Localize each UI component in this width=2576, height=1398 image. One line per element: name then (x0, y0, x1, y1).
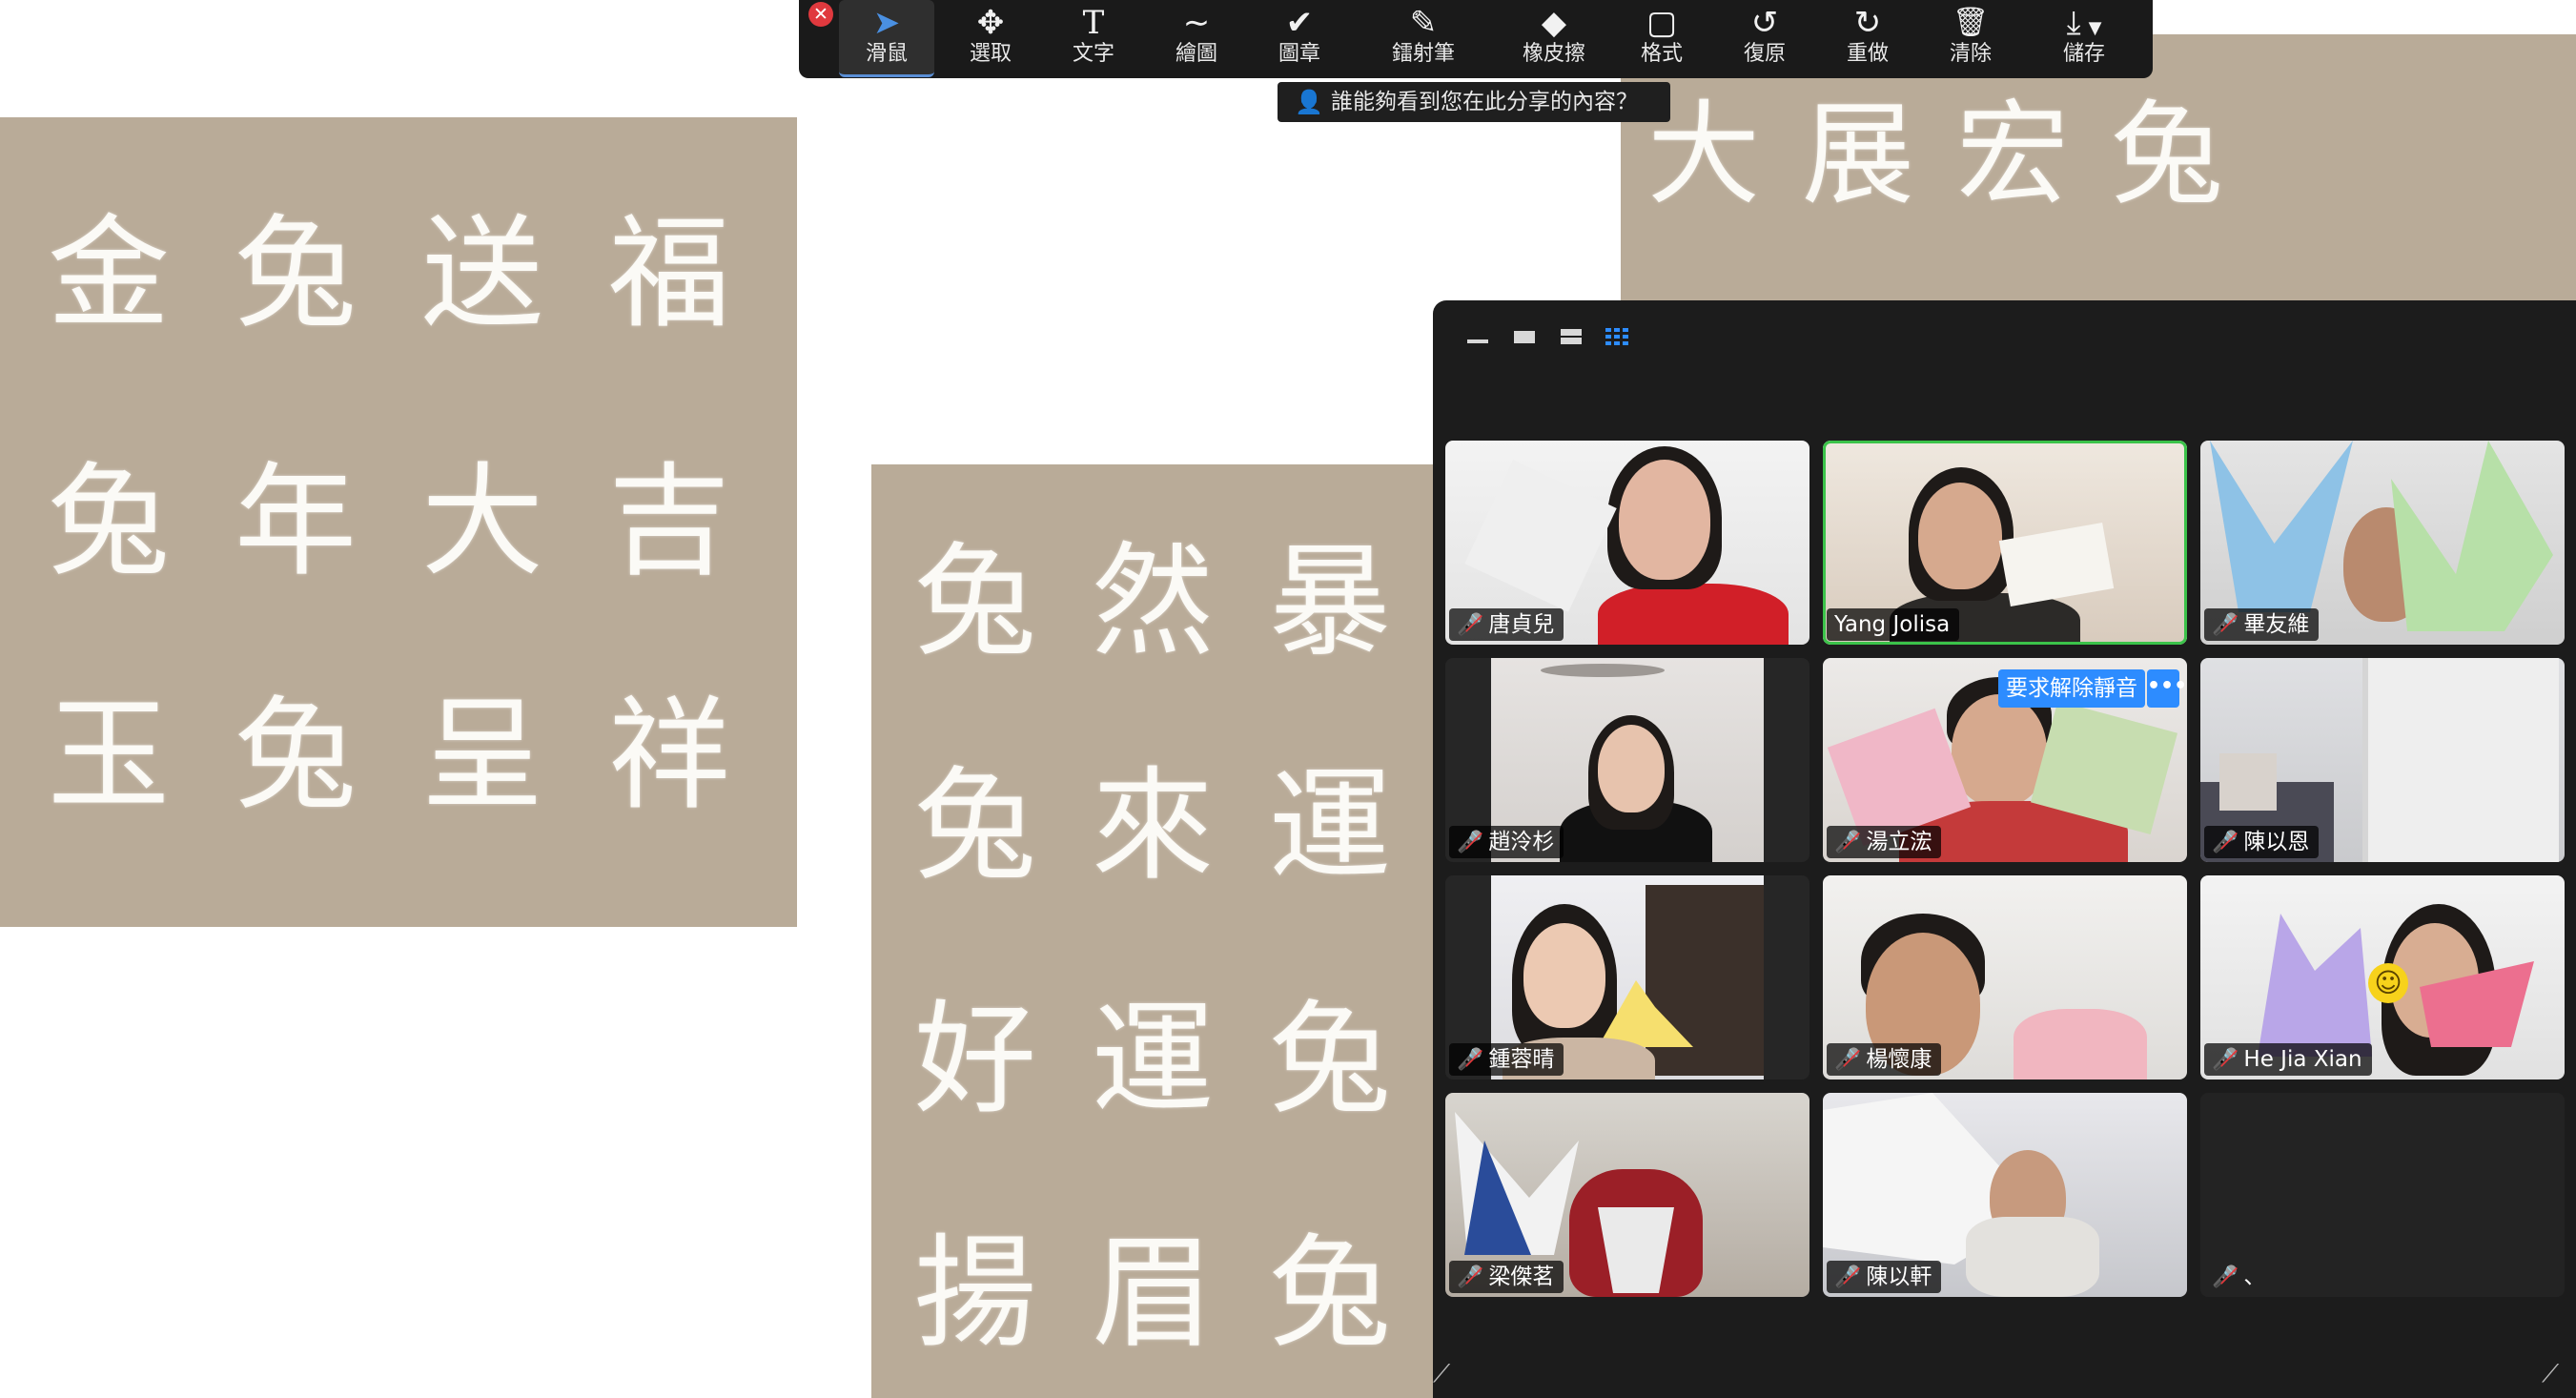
tool-format[interactable]: ▢ 格式 (1614, 0, 1709, 74)
smiley-face-icon: ☺ (2368, 963, 2408, 1003)
tool-label: 橡皮擦 (1522, 42, 1585, 66)
tool-label: 重做 (1846, 42, 1889, 66)
participant-tile-active-speaker[interactable]: Yang Jolisa (1823, 441, 2187, 645)
participant-name: 🎤̸ He Jia Xian (2204, 1043, 2372, 1076)
participant-tile[interactable]: 要求解除靜音 ••• 🎤̸ 湯立浤 (1823, 658, 2187, 862)
muted-mic-icon: 🎤̸ (1457, 1265, 1483, 1289)
participant-tile[interactable]: 🎤̸ 唐貞兒 (1445, 441, 1809, 645)
participant-tile[interactable]: ☺ 🎤̸ He Jia Xian (2200, 875, 2565, 1079)
move-select-icon: ✥ (976, 4, 1005, 42)
draw-squiggle-icon: ∼ (1182, 4, 1211, 42)
muted-mic-icon: 🎤̸ (1457, 831, 1483, 854)
more-options-button[interactable]: ••• (2147, 669, 2187, 708)
participant-name: 🎤̸ 趙泠杉 (1449, 826, 1564, 858)
participant-tile[interactable]: 🎤̸ 鍾蓉晴 (1445, 875, 1809, 1079)
muted-mic-icon: 🎤̸ (1834, 1048, 1861, 1072)
stamp-check-icon: ✔ (1285, 4, 1314, 42)
participant-name: 🎤̸、 (2204, 1261, 2275, 1293)
tool-label: 儲存 (2062, 42, 2105, 66)
participant-tile[interactable]: 🎤̸ 畢友維 (2200, 441, 2565, 645)
tool-label: 格式 (1640, 42, 1683, 66)
tool-save[interactable]: ⤓ ▼ 儲存 (2027, 0, 2141, 74)
minimize-view-icon[interactable] (1466, 328, 1489, 345)
calligraphy-line: 兔年大吉 (48, 451, 796, 593)
participant-name: 🎤̸ 鍾蓉晴 (1449, 1043, 1564, 1076)
participant-tile[interactable]: 🎤̸ 梁傑茗 (1445, 1093, 1809, 1297)
tool-draw[interactable]: ∼ 繪圖 (1149, 0, 1244, 74)
muted-mic-icon: 🎤̸ (1457, 613, 1483, 637)
participant-tile[interactable]: 🎤̸ 趙泠杉 (1445, 658, 1809, 862)
participant-name: 🎤̸ 畢友維 (2204, 608, 2320, 641)
tool-label: 清除 (1949, 42, 1992, 66)
tool-stamp[interactable]: ✔ 圖章 (1252, 0, 1347, 74)
trash-icon: 🗑 (1952, 6, 1990, 39)
redo-icon: ↻ (1853, 4, 1882, 42)
tool-laser-pen[interactable]: ✎ 鐳射筆 (1371, 0, 1476, 74)
laser-pen-icon: ✎ (1409, 4, 1438, 42)
eraser-icon: ◆ (1541, 4, 1567, 42)
save-download-icon: ⤓ ▼ (2066, 4, 2102, 42)
tool-eraser[interactable]: ◆ 橡皮擦 (1502, 0, 1606, 74)
tool-undo[interactable]: ↺ 復原 (1717, 0, 1812, 74)
participant-name: 🎤̸ 湯立浤 (1827, 826, 1942, 858)
calligraphy-line: 玉兔呈祥 (48, 685, 796, 827)
tool-mouse[interactable]: ➤ 滑鼠 (839, 0, 934, 77)
tool-clear[interactable]: 🗑 清除 (1923, 0, 2018, 74)
muted-mic-icon: 🎤̸ (2212, 613, 2239, 637)
share-notice-text: 誰能夠看到您在此分享的內容？ (1331, 90, 1638, 114)
participant-name: 🎤̸ 唐貞兒 (1449, 608, 1564, 641)
tool-label: 選取 (969, 42, 1012, 66)
tool-text[interactable]: T 文字 (1046, 0, 1141, 74)
tool-label: 繪圖 (1175, 42, 1217, 66)
tool-select[interactable]: ✥ 選取 (943, 0, 1038, 74)
participant-name: 🎤̸ 陳以恩 (2204, 826, 2320, 858)
participant-name: Yang Jolisa (1827, 608, 1960, 641)
format-square-icon: ▢ (1646, 4, 1678, 42)
shared-image-golden-rabbit: 金兔送福 兔年大吉 玉兔呈祥 (0, 117, 797, 927)
participant-name: 🎤̸ 楊懷康 (1827, 1043, 1942, 1076)
participant-tile[interactable]: 🎤̸ 陳以軒 (1823, 1093, 2187, 1297)
tool-label: 圖章 (1278, 42, 1320, 66)
resize-handle-icon[interactable]: ⟋ (1433, 1360, 1462, 1388)
participant-name: 🎤̸ 梁傑茗 (1449, 1261, 1564, 1293)
undo-icon: ↺ (1750, 4, 1779, 42)
tool-label: 復原 (1743, 42, 1786, 66)
close-icon[interactable]: ✕ (808, 2, 833, 27)
muted-mic-icon: 🎤̸ (1834, 1265, 1861, 1289)
participant-tile-video-off[interactable]: 🎤̸、 (2200, 1093, 2565, 1297)
tool-redo[interactable]: ↻ 重做 (1820, 0, 1915, 74)
text-icon: T (1082, 4, 1105, 42)
participant-name: 🎤̸ 陳以軒 (1827, 1261, 1942, 1293)
speaker-view-icon[interactable] (1513, 328, 1536, 345)
participant-tile[interactable]: 🎤̸ 楊懷康 (1823, 875, 2187, 1079)
muted-mic-icon: 🎤̸ (2212, 831, 2239, 854)
muted-mic-icon: 🎤̸ (2212, 1048, 2239, 1072)
cursor-arrow-icon: ➤ (872, 4, 901, 42)
request-unmute-button[interactable]: 要求解除靜音 (1998, 669, 2145, 708)
muted-mic-icon: 🎤̸ (2212, 1265, 2239, 1289)
tool-label: 鐳射筆 (1391, 42, 1455, 66)
muted-mic-icon: 🎤̸ (1457, 1048, 1483, 1072)
calligraphy-line: 大展宏兔 (1647, 89, 2266, 220)
participant-tile[interactable]: 🎤̸ 陳以恩 (2200, 658, 2565, 862)
share-visibility-notice[interactable]: 👤 誰能夠看到您在此分享的內容？ (1278, 82, 1670, 122)
person-lock-icon: 👤 (1295, 89, 1323, 115)
chevron-down-icon: ▼ (2088, 18, 2102, 38)
muted-mic-icon: 🎤̸ (1834, 831, 1861, 854)
strip-view-icon[interactable] (1560, 328, 1583, 345)
gallery-grid-icon[interactable] (1605, 328, 1628, 345)
tool-label: 文字 (1072, 42, 1114, 66)
resize-handle-icon[interactable]: ⟋ (2542, 1360, 2570, 1388)
annotation-toolbar: ➤ 滑鼠 ✥ 選取 T 文字 ∼ 繪圖 ✔ 圖章 ✎ 鐳射筆 ◆ 橡皮擦 ▢ 格式 ↺ 復原 ↻ 重… (799, 0, 2153, 78)
calligraphy-line: 金兔送福 (48, 203, 796, 345)
tool-label: 滑鼠 (865, 42, 908, 66)
